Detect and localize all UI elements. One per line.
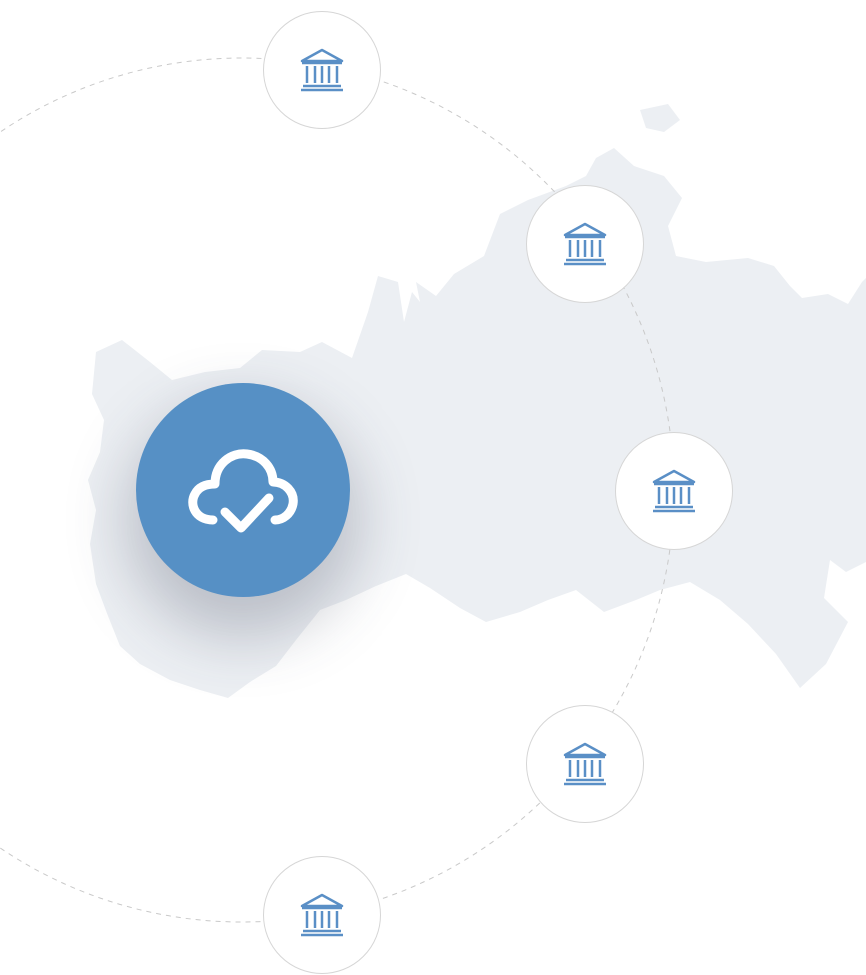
- cloud-hub: [136, 383, 350, 597]
- bank-node-lower-right: [526, 705, 644, 823]
- bank-icon: [652, 469, 696, 513]
- bank-icon: [300, 48, 344, 92]
- bank-node-right: [615, 432, 733, 550]
- bank-icon: [563, 742, 607, 786]
- bank-node-top: [263, 11, 381, 129]
- bank-icon: [300, 893, 344, 937]
- map-island: [640, 104, 680, 132]
- diagram-canvas: [0, 0, 866, 975]
- background-layer: [0, 57, 866, 923]
- bank-node-upper-right: [526, 185, 644, 303]
- cloud-check-icon: [188, 449, 298, 533]
- bank-icon: [563, 222, 607, 266]
- bank-node-bottom: [263, 856, 381, 974]
